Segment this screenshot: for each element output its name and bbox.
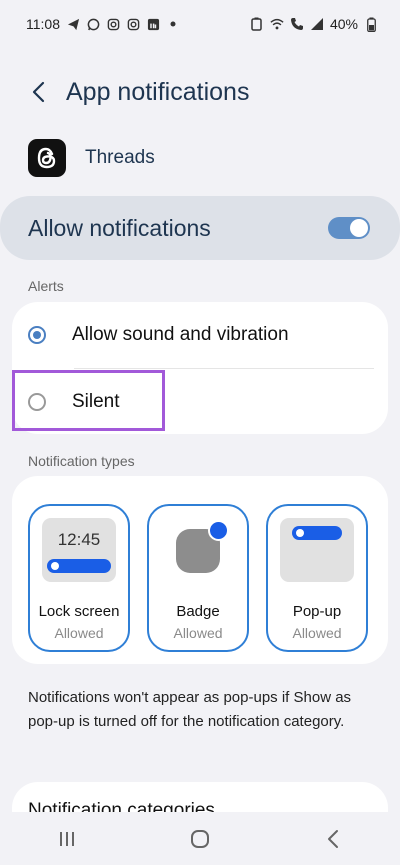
home-icon (190, 829, 209, 848)
tile-status: Allowed (173, 625, 223, 641)
whatsapp-icon (86, 17, 100, 31)
types-section-label: Notification types (28, 453, 135, 469)
app-row: Threads (28, 138, 155, 178)
tile-title: Lock screen (38, 603, 120, 620)
allow-notifications-label: Allow notifications (28, 214, 211, 241)
popup-bar (292, 526, 342, 540)
toggle-knob (350, 219, 368, 237)
status-left: 11:08 (26, 16, 180, 32)
status-right: 40% (250, 16, 378, 32)
lock-screen-preview: 12:45 (42, 518, 116, 582)
status-bar: 11:08 40% (0, 0, 400, 48)
linkedin-icon (146, 17, 160, 31)
sound-vibration-radio[interactable] (28, 326, 46, 344)
telegram-icon (66, 17, 80, 31)
chevron-left-icon (32, 81, 45, 103)
dot-icon (166, 17, 180, 31)
tile-status: Allowed (292, 625, 342, 641)
page-title: App notifications (66, 77, 250, 106)
badge-tile[interactable]: Badge Allowed (147, 504, 249, 652)
highlight-box (12, 370, 165, 431)
tile-title: Pop-up (292, 603, 342, 620)
alert-option-sound[interactable]: Allow sound and vibration (12, 302, 388, 368)
status-time: 11:08 (26, 16, 60, 32)
notification-types-card: 12:45 Lock screen Allowed Badge Allowed … (12, 476, 388, 664)
badge-dot-icon (208, 520, 229, 541)
allow-notifications-toggle[interactable] (328, 217, 370, 239)
alert-option-label: Allow sound and vibration (72, 324, 289, 345)
nav-back-button[interactable] (303, 817, 363, 861)
battery-percent: 40% (329, 16, 358, 32)
instagram-icon (126, 17, 140, 31)
alerts-section-label: Alerts (28, 278, 64, 294)
tile-title: Badge (176, 603, 220, 620)
tile-status: Allowed (54, 625, 104, 641)
battery-saver-icon (250, 17, 264, 31)
popup-tile[interactable]: Pop-up Allowed (266, 504, 368, 652)
app-name: Threads (85, 147, 155, 168)
lock-screen-time: 12:45 (57, 530, 101, 549)
call-icon (290, 17, 304, 31)
popup-preview (280, 518, 354, 582)
recents-button[interactable] (37, 817, 97, 861)
recents-icon (59, 831, 74, 846)
allow-notifications-row[interactable]: Allow notifications (0, 196, 400, 260)
home-button[interactable] (170, 817, 230, 861)
wifi-icon (270, 17, 284, 31)
threads-app-icon (28, 139, 66, 177)
back-icon (328, 829, 339, 848)
notification-categories-row[interactable]: Notification categories (12, 782, 388, 812)
back-button[interactable] (16, 70, 60, 114)
info-text: Notifications won't appear as pop-ups if… (28, 689, 352, 730)
signal-icon (310, 17, 324, 31)
notification-bar (47, 559, 111, 573)
header: App notifications (0, 66, 400, 118)
instagram-icon (106, 17, 120, 31)
categories-label: Notification categories (28, 800, 215, 812)
lock-screen-tile[interactable]: 12:45 Lock screen Allowed (28, 504, 130, 652)
battery-icon (364, 17, 378, 32)
navigation-bar (0, 812, 400, 865)
